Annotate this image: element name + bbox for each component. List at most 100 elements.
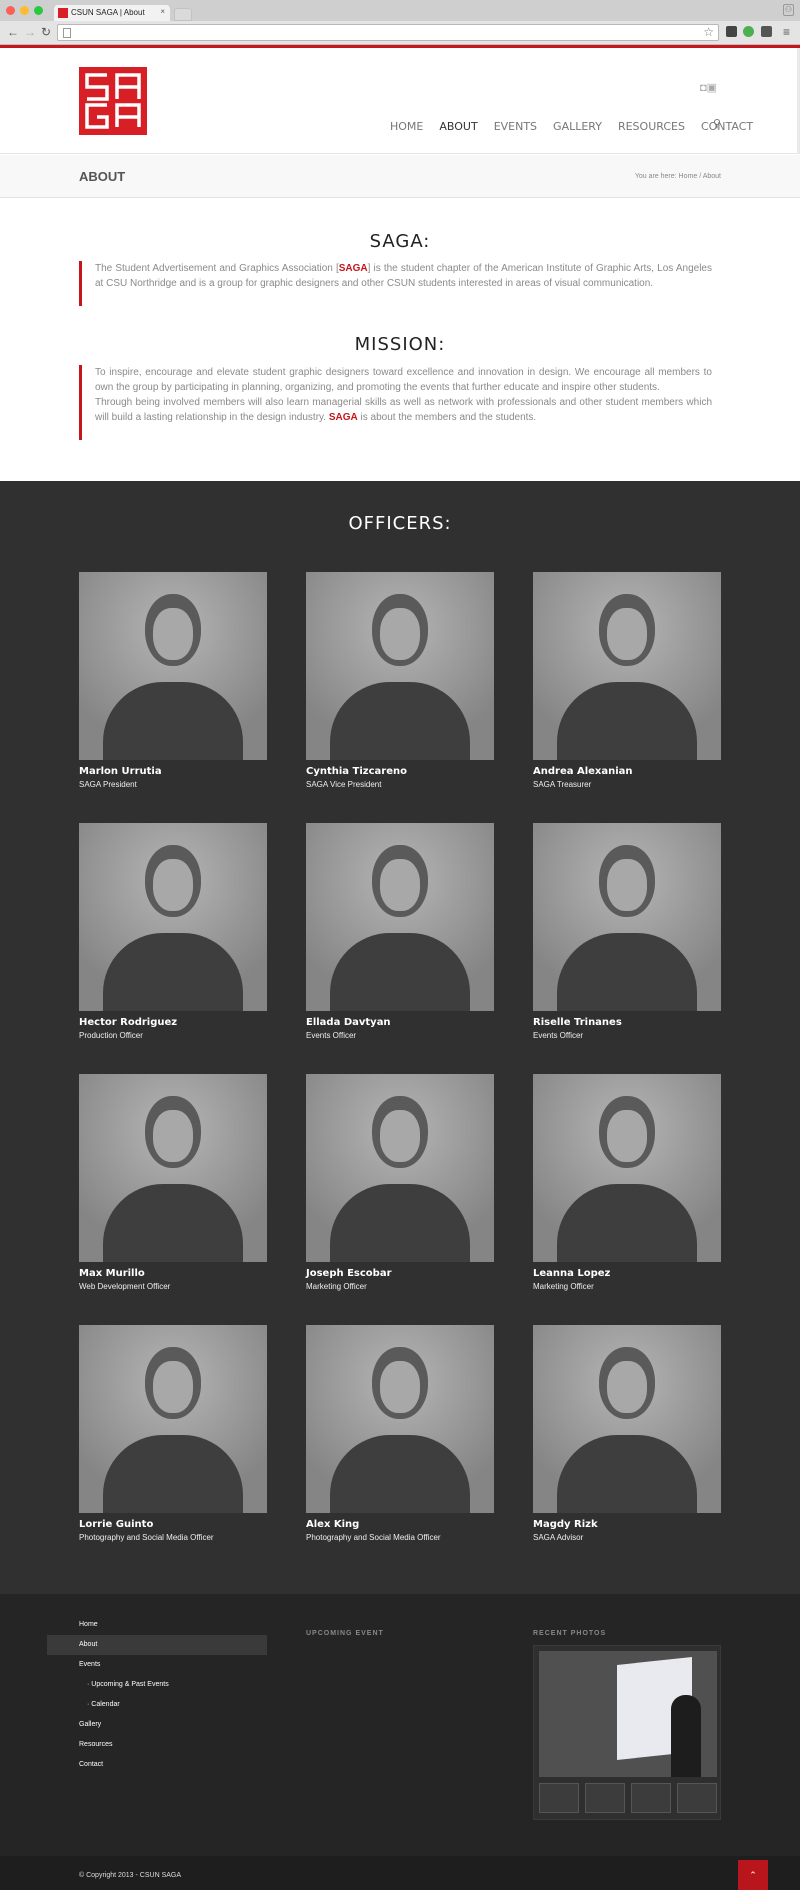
officer-role: SAGA Vice President [306,780,382,789]
new-tab-button[interactable] [174,8,192,21]
footer-link-gallery[interactable]: Gallery [79,1720,267,1740]
officer-card: Leanna Lopez Marketing Officer [533,1074,721,1291]
site-header: ◘▣ HOME ABOUT EVENTS GALLERY RESOURCES C… [0,48,800,154]
breadcrumb-current: About [702,173,721,180]
scroll-to-top-button[interactable]: ⌃ [738,1860,768,1890]
officer-photo[interactable] [79,572,267,760]
recent-photos-widget [533,1645,721,1820]
footer-link-resources[interactable]: Resources [79,1740,267,1760]
extension-icon[interactable] [726,26,737,37]
browser-tab[interactable]: CSUN SAGA | About × [54,5,170,21]
officer-name: Max Murillo [79,1268,145,1279]
photo-face-silhouette [153,859,193,911]
browser-menu-icon[interactable]: ≡ [783,25,790,39]
photo-face-silhouette [153,1361,193,1413]
officers-section: OFFICERS: Marlon Urrutia SAGA President Cy… [0,481,800,1594]
back-button[interactable]: ← [7,25,19,39]
officer-role: SAGA President [79,780,137,789]
extension-dark-icon[interactable] [761,26,772,37]
page-title-bar: ABOUT You are here: Home / About [0,155,800,198]
officer-photo[interactable] [533,1325,721,1513]
footer-link-contact[interactable]: Contact [79,1760,267,1780]
officer-photo[interactable] [306,1074,494,1262]
nav-home[interactable]: HOME [390,120,423,133]
photo-face-silhouette [607,608,647,660]
officer-name: Marlon Urrutia [79,766,162,777]
photo-face-silhouette [153,1110,193,1162]
recent-photos-heading: RECENT PHOTOS [533,1630,607,1637]
saga-logo[interactable] [79,67,147,135]
mission-paragraph-1: To inspire, encourage and elevate studen… [95,367,712,393]
bookmark-star-icon[interactable]: ☆ [703,25,714,39]
search-icon[interactable]: ⚲ [713,117,721,130]
officer-photo[interactable] [79,823,267,1011]
officer-role: Web Development Officer [79,1282,171,1291]
officer-name: Andrea Alexanian [533,766,633,777]
officer-role: Marketing Officer [306,1282,367,1291]
officer-photo[interactable] [306,572,494,760]
mission-description: To inspire, encourage and elevate studen… [79,365,712,440]
officer-photo[interactable] [306,1325,494,1513]
photo-face-silhouette [380,608,420,660]
officer-role: SAGA Treasurer [533,780,592,789]
officer-card: Lorrie Guinto Photography and Social Medi… [79,1325,267,1542]
favicon-icon [58,8,68,18]
footer-link-calendar[interactable]: · Calendar [79,1700,267,1720]
page-icon [63,28,71,38]
officer-name: Cynthia Tizcareno [306,766,407,777]
officer-name: Joseph Escobar [306,1268,392,1279]
photo-face-silhouette [607,1361,647,1413]
officer-photo[interactable] [533,572,721,760]
footer-link-events[interactable]: Events [79,1660,267,1680]
breadcrumb-home[interactable]: Home [679,173,698,180]
mission-heading: MISSION: [354,334,446,355]
saga-description: The Student Advertisement and Graphics A… [79,261,712,306]
officer-photo[interactable] [79,1325,267,1513]
saga-heading: SAGA: [369,231,431,252]
officer-photo[interactable] [79,1074,267,1262]
extension-green-icon[interactable] [743,26,754,37]
nav-events[interactable]: EVENTS [494,120,537,133]
breadcrumb-separator: / [699,173,702,180]
tab-close-icon[interactable]: × [160,7,165,16]
footer-link-upcoming-label: Upcoming & Past Events [91,1681,169,1688]
social-icons[interactable]: ◘▣ [700,81,717,94]
maximize-window-icon[interactable] [34,6,43,15]
nav-contact[interactable]: CONTACT [701,120,753,133]
recent-photo-thumb[interactable] [585,1783,625,1813]
footer-link-about[interactable]: About [47,1635,267,1655]
minimize-window-icon[interactable] [20,6,29,15]
close-window-icon[interactable] [6,6,15,15]
nav-about[interactable]: ABOUT [439,120,477,133]
nav-gallery[interactable]: GALLERY [553,120,602,133]
recent-photo-thumbnails [539,1783,717,1813]
officer-card: Andrea Alexanian SAGA Treasurer [533,572,721,789]
recent-photo-thumb[interactable] [539,1783,579,1813]
officer-photo[interactable] [533,1074,721,1262]
officer-role: Photography and Social Media Officer [79,1533,214,1542]
officer-name: Ellada Davtyan [306,1017,391,1028]
officer-photo[interactable] [533,823,721,1011]
officer-card: Joseph Escobar Marketing Officer [306,1074,494,1291]
footer-link-calendar-label: Calendar [91,1701,120,1708]
recent-photo-thumb[interactable] [631,1783,671,1813]
officer-name: Magdy Rizk [533,1519,598,1530]
nav-resources[interactable]: RESOURCES [618,120,685,133]
profile-icon[interactable]: ⚇ [783,4,794,16]
recent-photo-main[interactable] [539,1651,717,1777]
forward-button[interactable]: → [24,25,36,39]
mission-highlight: SAGA [328,412,358,423]
reload-button[interactable]: ↻ [41,25,51,39]
photo-face-silhouette [153,608,193,660]
officer-name: Hector Rodriguez [79,1017,178,1028]
copyright-text: © Copyright 2013 - CSUN SAGA [79,1872,182,1879]
officer-card: Magdy Rizk SAGA Advisor [533,1325,721,1542]
officer-photo[interactable] [306,823,494,1011]
officer-name: Lorrie Guinto [79,1519,154,1530]
photo-face-silhouette [380,1110,420,1162]
address-bar[interactable]: ☆ [57,24,719,41]
recent-photo-thumb[interactable] [677,1783,717,1813]
photo-face-silhouette [607,859,647,911]
footer-link-upcoming[interactable]: · Upcoming & Past Events [79,1680,267,1700]
saga-logo-mark [85,73,141,129]
